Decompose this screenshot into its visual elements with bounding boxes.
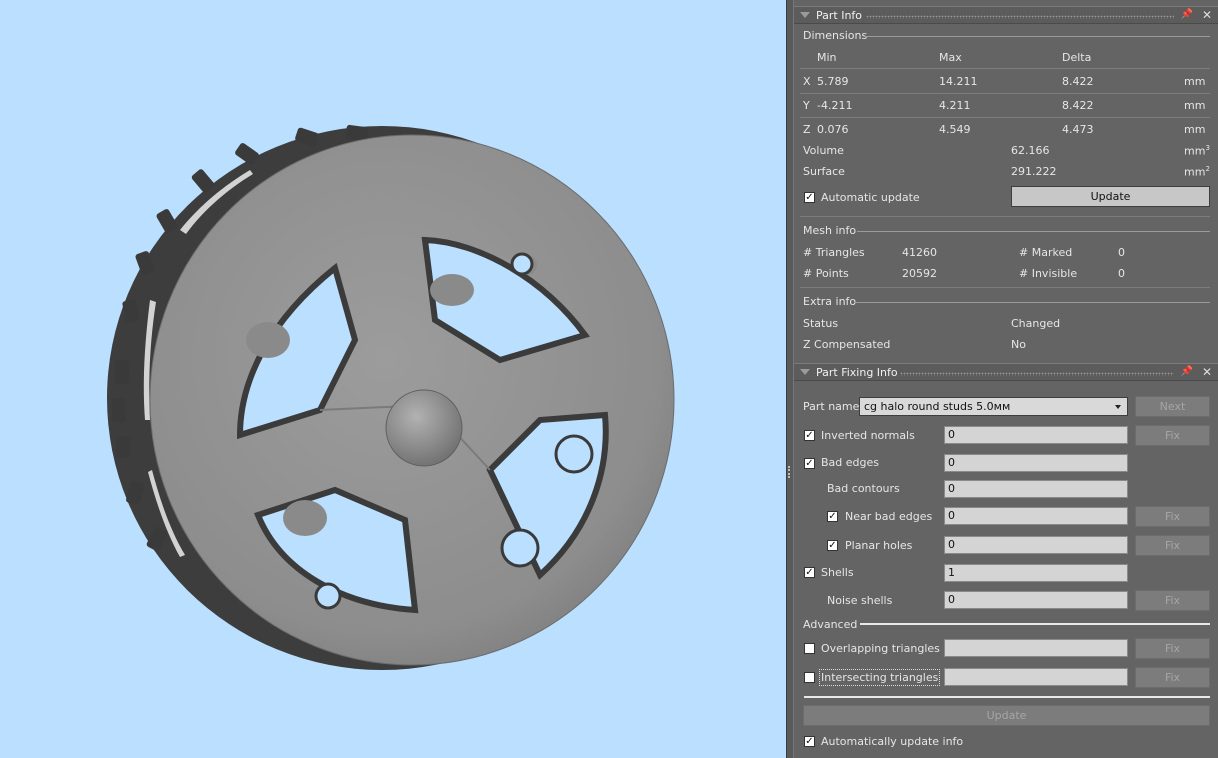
bad-contours-field: 0 bbox=[944, 480, 1128, 498]
axis-y: Y bbox=[803, 99, 810, 112]
col-min-header: Min bbox=[817, 51, 837, 64]
planar-holes-field: 0 bbox=[944, 536, 1128, 554]
status-label: Status bbox=[803, 317, 839, 330]
auto-update-info-label: Automatically update info bbox=[821, 735, 964, 748]
y-max: 4.211 bbox=[939, 99, 971, 112]
auto-update-info-checkbox[interactable]: ✓ bbox=[804, 736, 815, 747]
collapse-triangle-icon[interactable] bbox=[800, 12, 810, 18]
col-max-header: Max bbox=[939, 51, 962, 64]
part-name-select[interactable]: cg halo round studs 5.0мм bbox=[859, 397, 1128, 416]
fix-planar-holes-button[interactable]: Fix bbox=[1135, 535, 1210, 556]
panel-splitter[interactable] bbox=[786, 0, 794, 758]
z-compensated-label: Z Compensated bbox=[803, 338, 891, 351]
axis-z: Z bbox=[803, 123, 811, 136]
side-panel: Part Info 📌 ✕ Dimensions Min Max Delta X… bbox=[794, 0, 1218, 758]
z-delta: 4.473 bbox=[1062, 123, 1094, 136]
noise-shells-field: 0 bbox=[944, 591, 1128, 609]
part-name-value: cg halo round studs 5.0мм bbox=[864, 400, 1011, 413]
near-bad-edges-checkbox[interactable]: ✓ bbox=[827, 511, 838, 522]
pin-icon[interactable]: 📌 bbox=[1181, 9, 1193, 20]
fix-intersecting-triangles-button[interactable]: Fix bbox=[1135, 667, 1210, 688]
y-delta: 8.422 bbox=[1062, 99, 1094, 112]
surface-value: 291.222 bbox=[1011, 165, 1057, 178]
overlapping-triangles-checkbox[interactable] bbox=[804, 643, 815, 654]
drag-grip bbox=[866, 15, 1174, 19]
advanced-label: Advanced bbox=[803, 618, 858, 631]
z-max: 4.549 bbox=[939, 123, 971, 136]
intersecting-triangles-label[interactable]: Intersecting triangles bbox=[818, 669, 941, 686]
x-delta: 8.422 bbox=[1062, 75, 1094, 88]
shells-checkbox[interactable]: ✓ bbox=[804, 567, 815, 578]
bad-edges-label: Bad edges bbox=[821, 456, 879, 469]
shells-field: 1 bbox=[944, 564, 1128, 582]
volume-unit: mm3 bbox=[1184, 144, 1210, 158]
marked-label: # Marked bbox=[1019, 246, 1073, 259]
part-fixing-update-button[interactable]: Update bbox=[803, 705, 1210, 726]
chevron-down-icon bbox=[1115, 405, 1121, 409]
planar-holes-label: Planar holes bbox=[845, 539, 913, 552]
points-value: 20592 bbox=[902, 267, 937, 280]
bad-edges-checkbox[interactable]: ✓ bbox=[804, 458, 815, 469]
points-label: # Points bbox=[803, 267, 849, 280]
fix-near-bad-edges-button[interactable]: Fix bbox=[1135, 506, 1210, 527]
x-min: 5.789 bbox=[817, 75, 849, 88]
volume-value: 62.166 bbox=[1011, 144, 1050, 157]
y-min: -4.211 bbox=[817, 99, 853, 112]
surface-unit: mm2 bbox=[1184, 165, 1210, 179]
automatic-update-label: Automatic update bbox=[821, 191, 920, 204]
extra-info-label: Extra info bbox=[803, 295, 857, 308]
bad-contours-label: Bad contours bbox=[827, 482, 900, 495]
shells-label: Shells bbox=[821, 566, 854, 579]
z-compensated-value: No bbox=[1011, 338, 1026, 351]
volume-label: Volume bbox=[803, 144, 844, 157]
3d-viewport[interactable] bbox=[0, 0, 790, 758]
mesh-info-label: Mesh info bbox=[803, 224, 857, 237]
triangles-value: 41260 bbox=[902, 246, 937, 259]
part-fixing-title: Part Fixing Info bbox=[816, 366, 898, 379]
marked-value: 0 bbox=[1118, 246, 1125, 259]
inverted-normals-label: Inverted normals bbox=[821, 429, 915, 442]
intersecting-triangles-field bbox=[944, 668, 1128, 686]
next-button[interactable]: Next bbox=[1135, 396, 1210, 417]
wheel-part-model[interactable] bbox=[0, 0, 790, 758]
triangles-label: # Triangles bbox=[803, 246, 865, 259]
z-min: 0.076 bbox=[817, 123, 849, 136]
col-delta-header: Delta bbox=[1062, 51, 1092, 64]
noise-shells-label: Noise shells bbox=[827, 594, 893, 607]
invisible-value: 0 bbox=[1118, 267, 1125, 280]
status-value: Changed bbox=[1011, 317, 1061, 330]
close-icon[interactable]: ✕ bbox=[1202, 8, 1212, 22]
surface-label: Surface bbox=[803, 165, 845, 178]
automatic-update-checkbox[interactable]: ✓ bbox=[804, 192, 815, 203]
part-info-update-button[interactable]: Update bbox=[1011, 186, 1210, 207]
part-fixing-titlebar[interactable]: Part Fixing Info 📌 ✕ bbox=[794, 363, 1218, 381]
overlapping-triangles-label: Overlapping triangles bbox=[821, 642, 940, 655]
close-icon[interactable]: ✕ bbox=[1202, 365, 1212, 379]
drag-grip bbox=[900, 372, 1174, 376]
z-unit: mm bbox=[1184, 123, 1206, 136]
wheel-hub bbox=[385, 389, 463, 467]
pin-icon[interactable]: 📌 bbox=[1181, 366, 1193, 377]
fix-inverted-normals-button[interactable]: Fix bbox=[1135, 425, 1210, 446]
near-bad-edges-field: 0 bbox=[944, 507, 1128, 525]
part-info-title: Part Info bbox=[816, 9, 863, 22]
inverted-normals-field: 0 bbox=[944, 426, 1128, 444]
dimensions-label: Dimensions bbox=[803, 29, 868, 42]
inverted-normals-checkbox[interactable]: ✓ bbox=[804, 430, 815, 441]
near-bad-edges-label: Near bad edges bbox=[845, 510, 933, 523]
y-unit: mm bbox=[1184, 99, 1206, 112]
collapse-triangle-icon[interactable] bbox=[800, 369, 810, 375]
x-unit: mm bbox=[1184, 75, 1206, 88]
bad-edges-field: 0 bbox=[944, 454, 1128, 472]
axis-x: X bbox=[803, 75, 811, 88]
intersecting-triangles-checkbox[interactable] bbox=[804, 672, 815, 683]
part-name-label: Part name bbox=[803, 400, 860, 413]
part-info-titlebar[interactable]: Part Info 📌 ✕ bbox=[794, 6, 1218, 24]
fix-noise-shells-button[interactable]: Fix bbox=[1135, 590, 1210, 611]
fix-overlapping-triangles-button[interactable]: Fix bbox=[1135, 638, 1210, 659]
invisible-label: # Invisible bbox=[1019, 267, 1078, 280]
overlapping-triangles-field bbox=[944, 639, 1128, 657]
x-max: 14.211 bbox=[939, 75, 978, 88]
planar-holes-checkbox[interactable]: ✓ bbox=[827, 540, 838, 551]
